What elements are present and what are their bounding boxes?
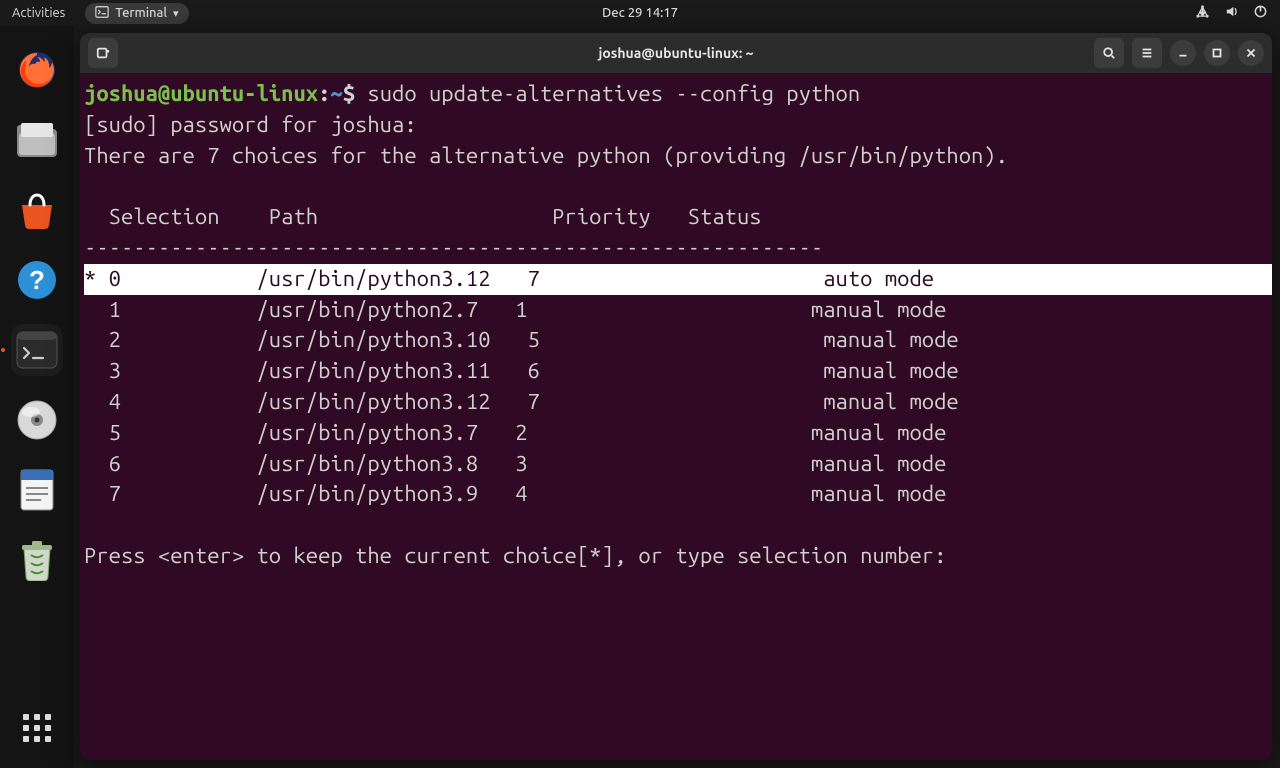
dock-text-editor[interactable]	[11, 464, 63, 516]
search-button[interactable]	[1094, 38, 1124, 68]
dock-help[interactable]: ?	[11, 254, 63, 306]
gnome-top-panel: Activities Terminal ▾ Dec 29 14:17	[0, 0, 1280, 26]
svg-text:?: ?	[29, 265, 45, 295]
dock-disc[interactable]	[11, 394, 63, 446]
dock-firefox[interactable]	[11, 44, 63, 96]
close-button[interactable]	[1238, 40, 1264, 66]
app-indicator-label: Terminal	[115, 6, 167, 20]
show-applications[interactable]	[11, 702, 63, 754]
apps-grid-icon	[23, 714, 51, 742]
volume-icon[interactable]	[1224, 4, 1239, 22]
app-indicator[interactable]: Terminal ▾	[85, 3, 188, 24]
dock-software[interactable]	[11, 184, 63, 236]
terminal-window: joshua@ubuntu-linux: ~ joshua@ubuntu-lin…	[80, 33, 1272, 760]
power-icon[interactable]	[1253, 4, 1268, 22]
hamburger-menu-button[interactable]	[1132, 38, 1162, 68]
clock[interactable]: Dec 29 14:17	[602, 6, 678, 20]
window-title: joshua@ubuntu-linux: ~	[598, 45, 753, 61]
dock-terminal[interactable]	[11, 324, 63, 376]
dock-files[interactable]	[11, 114, 63, 166]
minimize-button[interactable]	[1170, 40, 1196, 66]
network-icon[interactable]	[1195, 4, 1210, 22]
chevron-down-icon: ▾	[173, 7, 179, 20]
terminal-icon	[95, 5, 109, 22]
new-tab-button[interactable]	[88, 38, 118, 68]
activities-button[interactable]: Activities	[12, 6, 65, 20]
window-titlebar[interactable]: joshua@ubuntu-linux: ~	[80, 33, 1272, 73]
maximize-button[interactable]	[1204, 40, 1230, 66]
dock: ?	[0, 26, 74, 768]
terminal-viewport[interactable]: joshua@ubuntu-linux:~$ sudo update-alter…	[80, 73, 1272, 760]
dock-trash[interactable]	[11, 534, 63, 586]
